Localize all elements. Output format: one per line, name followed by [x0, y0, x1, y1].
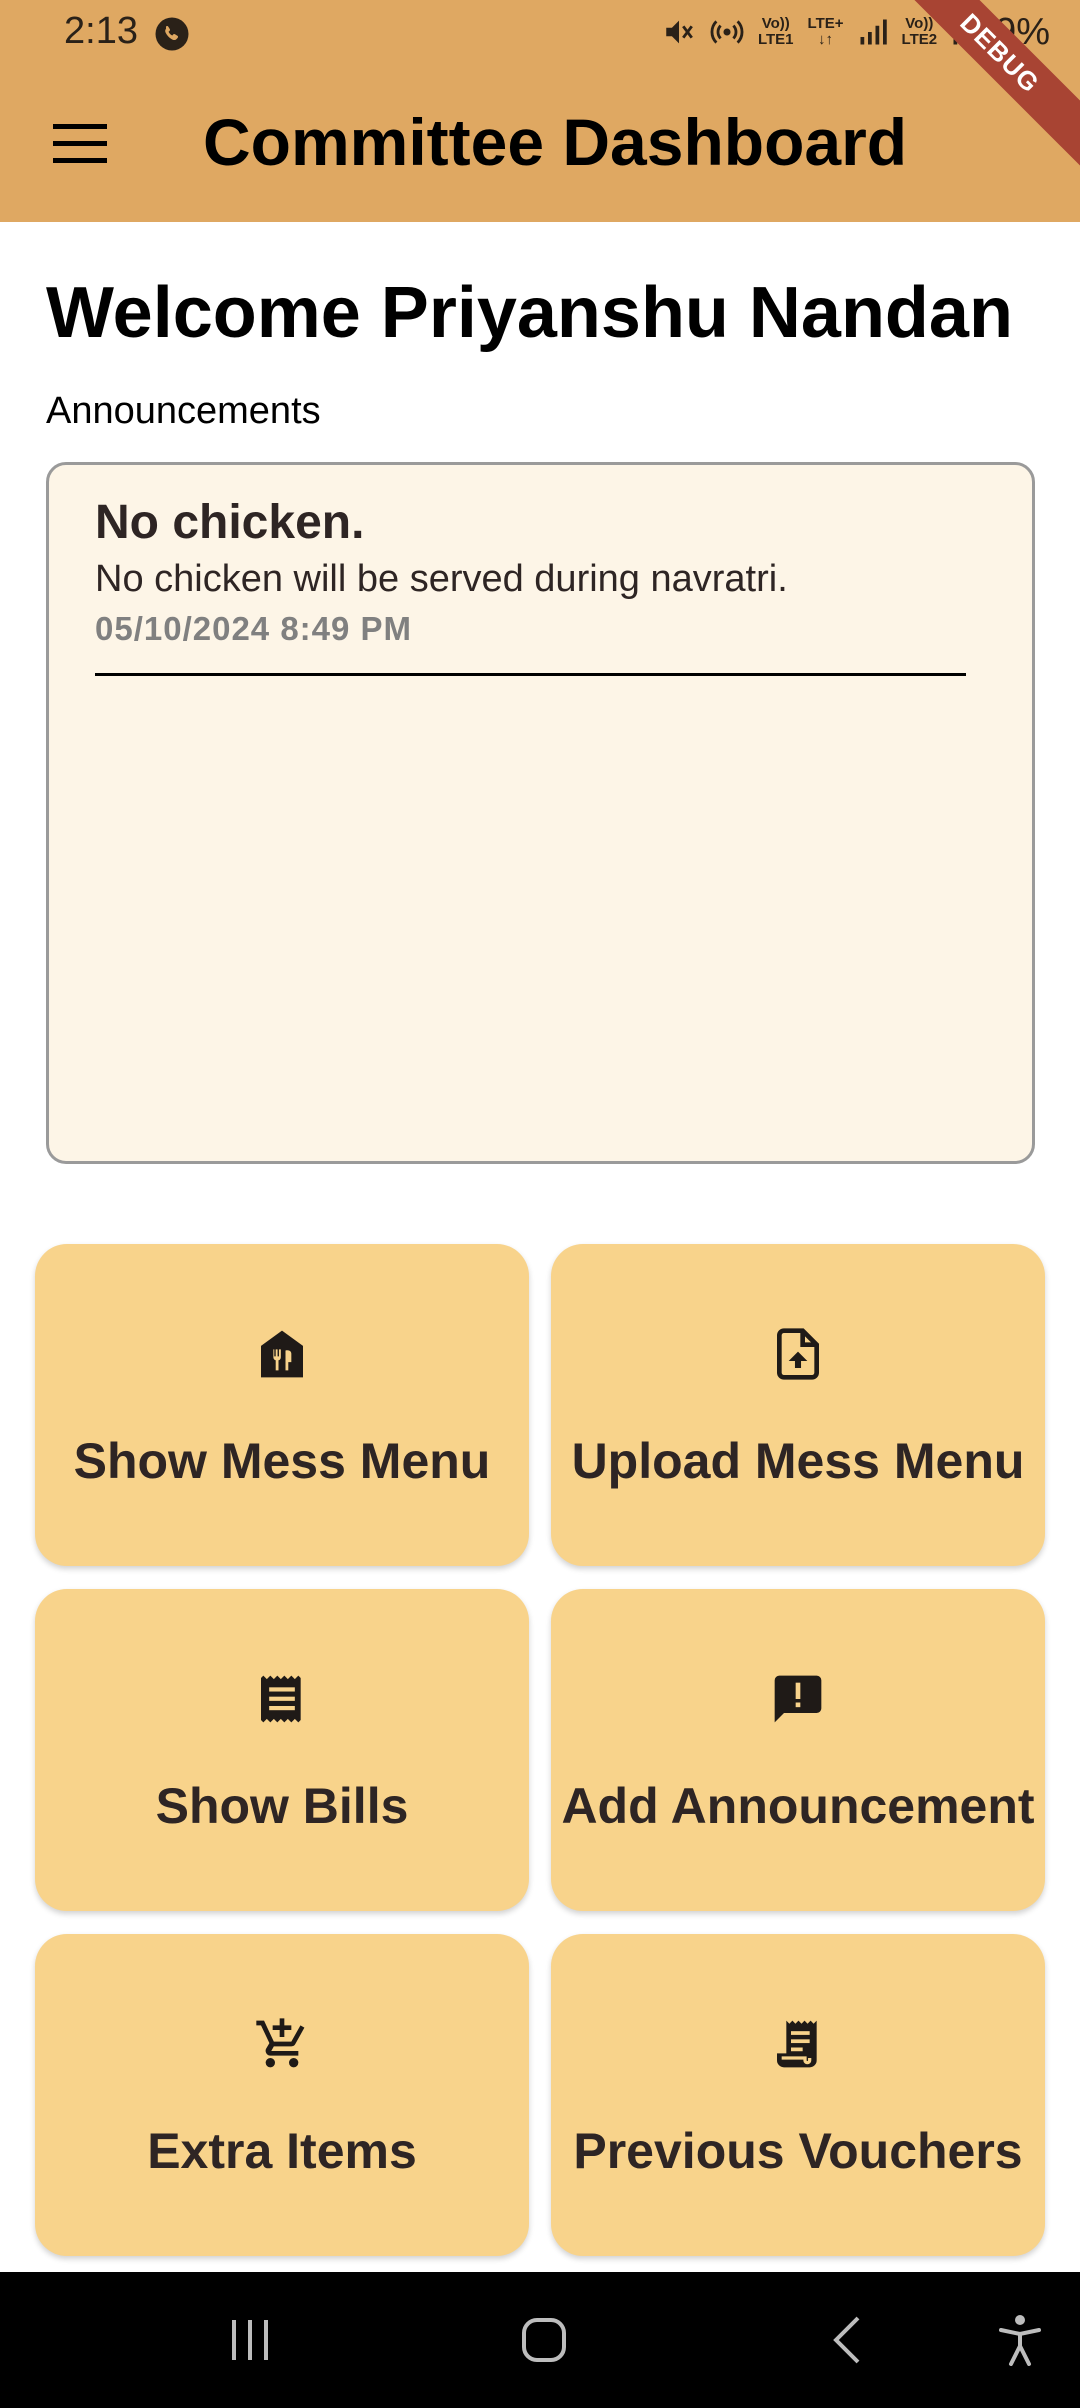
announcement-body: No chicken will be served during navratr…: [95, 558, 788, 600]
home-button[interactable]: [494, 2272, 594, 2408]
restaurant-house-icon: [261, 1330, 303, 1378]
card-label: Add Announcement: [561, 1778, 1035, 1834]
recents-icon: [232, 2320, 268, 2360]
signal-icon: [860, 19, 887, 45]
card-label: Show Mess Menu: [73, 1433, 491, 1489]
receipt-long-icon: [777, 2020, 817, 2068]
extra-items-button[interactable]: Extra Items: [35, 1934, 529, 2256]
upload-file-icon: [777, 1328, 819, 1380]
card-label: Show Bills: [155, 1778, 409, 1834]
show-mess-menu-button[interactable]: Show Mess Menu: [35, 1244, 529, 1566]
show-bills-button[interactable]: Show Bills: [35, 1589, 529, 1911]
app-header: 2:13 Vo)) LTE1 LTE+ ↓↑ Vo)) LTE2 9% DEBUG C…: [0, 0, 1080, 222]
announcement-title: No chicken.: [95, 496, 365, 549]
add-shopping-cart-icon: [256, 2018, 305, 2068]
phone-call-icon: [155, 17, 189, 51]
previous-vouchers-button[interactable]: Previous Vouchers: [551, 1934, 1045, 2256]
hamburger-menu-icon: [53, 124, 107, 163]
back-icon: [833, 2316, 860, 2364]
back-button[interactable]: [796, 2272, 896, 2408]
divider: [95, 673, 966, 676]
announcement-icon: [774, 1675, 822, 1723]
hotspot-icon: [710, 20, 744, 44]
mute-icon: [666, 20, 693, 44]
status-bar: 2:13 Vo)) LTE1 LTE+ ↓↑ Vo)) LTE2 9%: [0, 0, 1080, 64]
add-announcement-button[interactable]: Add Announcement: [551, 1589, 1045, 1911]
home-icon: [522, 2318, 566, 2362]
announcement-date: 05/10/2024 8:49 PM: [95, 610, 413, 647]
card-label: Upload Mess Menu: [571, 1433, 1025, 1489]
accessibility-button[interactable]: [970, 2272, 1070, 2408]
card-label: Extra Items: [147, 2123, 417, 2179]
receipt-icon: [261, 1675, 301, 1723]
welcome-heading: Welcome Priyanshu Nandan: [46, 273, 1013, 353]
announcements-label: Announcements: [46, 390, 321, 432]
announcement-item: No chicken. No chicken will be served du…: [95, 495, 984, 676]
accessibility-icon: [999, 2315, 1041, 2366]
sim2-label: Vo)) LTE2: [901, 15, 938, 48]
page-title: Committee Dashboard: [203, 105, 908, 179]
announcements-list[interactable]: No chicken. No chicken will be served du…: [46, 462, 1035, 1164]
sim1-label: Vo)) LTE1: [757, 15, 794, 48]
recents-button[interactable]: [200, 2272, 300, 2408]
upload-mess-menu-button[interactable]: Upload Mess Menu: [551, 1244, 1045, 1566]
status-time: 2:13: [64, 10, 138, 52]
menu-button[interactable]: [40, 112, 120, 176]
sim1-network: LTE+ ↓↑: [807, 15, 844, 48]
card-label: Previous Vouchers: [573, 2123, 1023, 2179]
system-nav-bar: [0, 2272, 1080, 2408]
